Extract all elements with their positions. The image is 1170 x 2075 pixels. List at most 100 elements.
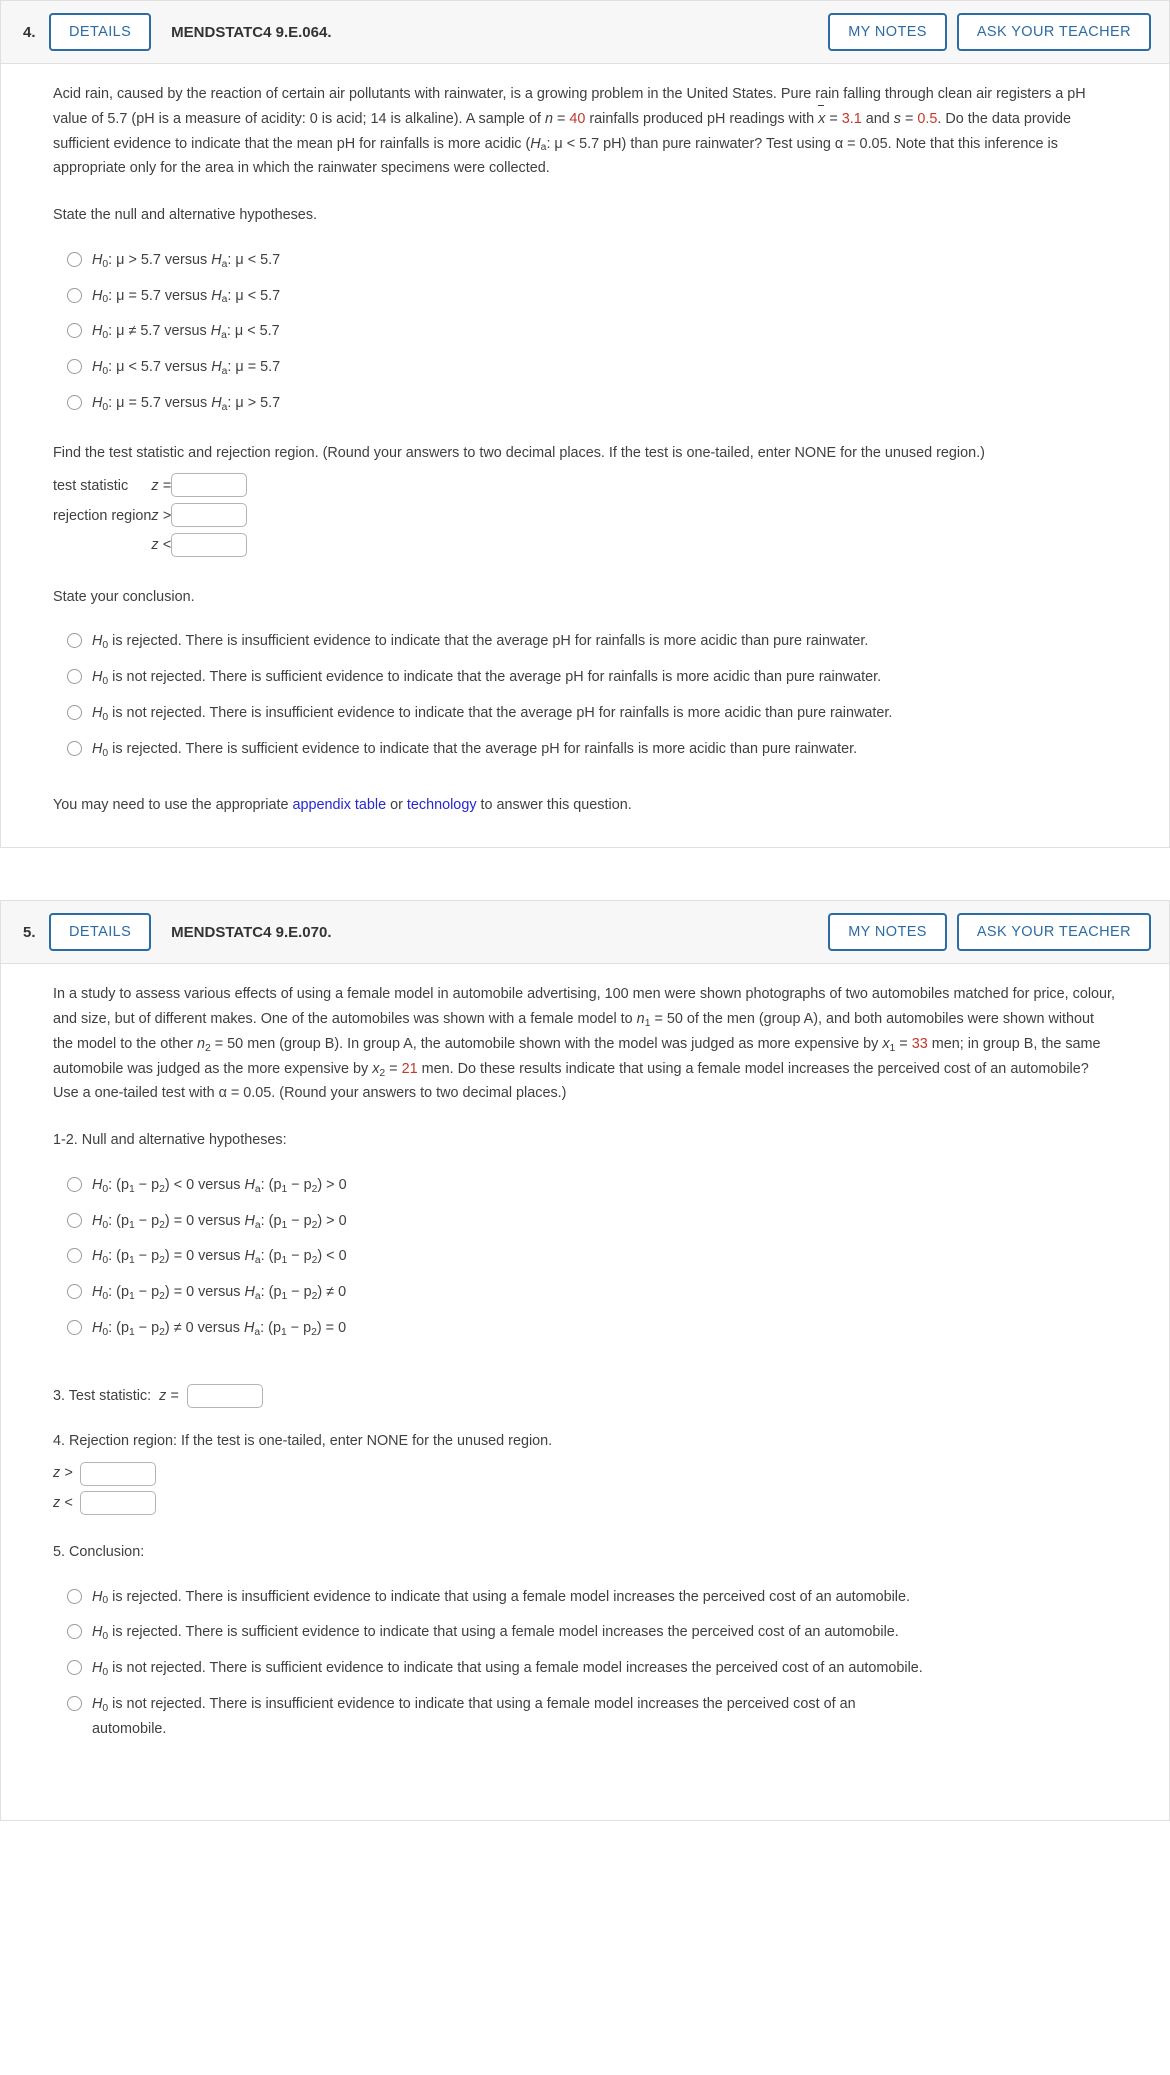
- rejection-gt-operator-5: z >: [53, 1465, 73, 1482]
- ha-end: ) > 0: [317, 1212, 347, 1229]
- ha-rest: : (p: [260, 1319, 281, 1336]
- radio-icon[interactable]: [67, 1588, 82, 1604]
- appendix-table-link[interactable]: appendix table: [292, 797, 386, 813]
- conclusion-option[interactable]: H0 is rejected. There is sufficient evid…: [67, 1614, 1143, 1650]
- stem-text-part3: and: [861, 110, 894, 127]
- test-statistic-input[interactable]: [171, 473, 248, 498]
- stem-s-symbol: s: [893, 110, 901, 127]
- radio-icon[interactable]: [67, 287, 82, 303]
- h0-rest: : μ ≠ 5.7 versus: [108, 323, 211, 340]
- rejection-region-less-input[interactable]: [171, 532, 248, 557]
- hypothesis-option[interactable]: H0: (p1 − p2) < 0 versus Ha: (p1 − p2) >…: [67, 1167, 1143, 1203]
- conclusion-option[interactable]: H0 is not rejected. There is sufficient …: [67, 659, 1143, 695]
- conclusion-option[interactable]: H0 is rejected. There is insufficient ev…: [67, 1579, 1143, 1615]
- radio-icon[interactable]: [67, 251, 82, 267]
- radio-icon[interactable]: [67, 1212, 82, 1228]
- conclusion-text: is not rejected. There is sufficient evi…: [108, 1660, 923, 1677]
- rejection-region-greater-input-5[interactable]: [79, 1461, 156, 1486]
- radio-icon[interactable]: [67, 669, 82, 685]
- rejection-region-label: rejection region: [53, 507, 152, 524]
- ha-end: ) > 0: [317, 1176, 347, 1193]
- stem-xbar-symbol: x: [818, 105, 825, 132]
- h0-sub: 0: [102, 330, 109, 342]
- conclusion-option[interactable]: H0 is not rejected. There is insufficien…: [67, 695, 1143, 731]
- question-stem-5: In a study to assess various effects of …: [53, 982, 1118, 1106]
- radio-icon[interactable]: [67, 1695, 82, 1711]
- radio-icon[interactable]: [67, 633, 82, 649]
- conclusion-option[interactable]: H0 is not rejected. There is insufficien…: [67, 1686, 1143, 1747]
- conclusion-option[interactable]: H0 is not rejected. There is sufficient …: [67, 1650, 1143, 1686]
- conclusion-option[interactable]: H0 is rejected. There is insufficient ev…: [67, 623, 1143, 659]
- radio-icon[interactable]: [67, 1284, 82, 1300]
- ask-your-teacher-button-4[interactable]: ASK YOUR TEACHER: [956, 13, 1151, 51]
- my-notes-button-5[interactable]: MY NOTES: [828, 913, 947, 952]
- h0-sub: 0: [102, 1219, 109, 1231]
- rejection-region-gt-row: rejection region z >: [53, 501, 248, 531]
- conclusion-option[interactable]: H0 is rejected. There is sufficient evid…: [67, 731, 1143, 767]
- ha-p2-sub: 2: [311, 1255, 318, 1267]
- ha-end: ) = 0: [316, 1319, 347, 1336]
- hypothesis-option[interactable]: H0: (p1 − p2) = 0 versus Ha: (p1 − p2) <…: [67, 1238, 1143, 1274]
- radio-icon[interactable]: [67, 1319, 82, 1335]
- hypothesis-option[interactable]: H0: (p1 − p2) = 0 versus Ha: (p1 − p2) ≠…: [67, 1274, 1143, 1310]
- ha-p2-sub: 2: [311, 1219, 318, 1231]
- radio-icon[interactable]: [67, 1624, 82, 1640]
- stem5-n2-sub: 2: [205, 1042, 211, 1054]
- footer-post: to answer this question.: [476, 796, 632, 813]
- radio-icon[interactable]: [67, 740, 82, 756]
- radio-icon[interactable]: [67, 323, 82, 339]
- details-button-4[interactable]: DETAILS: [49, 13, 152, 51]
- hypothesis-option[interactable]: H0: μ ≠ 5.7 versus Ha: μ < 5.7: [67, 313, 1143, 349]
- my-notes-button-4[interactable]: MY NOTES: [828, 13, 947, 51]
- header-actions-4: MY NOTES ASK YOUR TEACHER: [828, 13, 1151, 51]
- hypothesis-option[interactable]: H0: (p1 − p2) ≠ 0 versus Ha: (p1 − p2) =…: [67, 1310, 1143, 1346]
- hypothesis-option[interactable]: H0: μ > 5.7 versus Ha: μ < 5.7: [67, 242, 1143, 278]
- h0-end: ) = 0 versus: [164, 1248, 245, 1265]
- question-header-4: 4. DETAILS MENDSTATC4 9.E.064. MY NOTES …: [1, 1, 1169, 64]
- h-sub: 0: [102, 1631, 109, 1643]
- ha-symbol: H: [243, 1319, 255, 1336]
- question-separator: [0, 848, 1170, 900]
- header-actions-5: MY NOTES ASK YOUR TEACHER: [828, 913, 1151, 952]
- rejection-lt-operator-5: z <: [53, 1495, 73, 1512]
- ha-mid: − p: [287, 1176, 312, 1193]
- ha-symbol: H: [211, 394, 222, 411]
- answer-fields-4: test statistic z = rejection region z > …: [53, 471, 248, 560]
- h0-sub: 0: [102, 294, 109, 306]
- hypothesis-option[interactable]: H0: μ = 5.7 versus Ha: μ > 5.7: [67, 385, 1143, 421]
- question-body-5: In a study to assess various effects of …: [1, 964, 1169, 1820]
- stem5-x1-symbol: x: [882, 1035, 890, 1052]
- conclusion-options-4: H0 is rejected. There is insufficient ev…: [53, 623, 1143, 766]
- rejection-region-greater-input[interactable]: [171, 503, 248, 528]
- h0-sub: 0: [102, 258, 109, 270]
- question-title-5: MENDSTATC4 9.E.070.: [171, 923, 332, 941]
- test-statistic-input-5[interactable]: [186, 1384, 263, 1409]
- h0-rest: : (p: [108, 1212, 129, 1229]
- h0-symbol: H: [92, 394, 103, 411]
- h-symbol: H: [92, 669, 103, 686]
- hypothesis-option[interactable]: H0: μ < 5.7 versus Ha: μ = 5.7: [67, 349, 1143, 385]
- radio-icon[interactable]: [67, 1248, 82, 1264]
- hypothesis-option[interactable]: H0: μ = 5.7 versus Ha: μ < 5.7: [67, 278, 1143, 314]
- hypothesis-option[interactable]: H0: (p1 − p2) = 0 versus Ha: (p1 − p2) >…: [67, 1203, 1143, 1239]
- ha-mid: − p: [287, 1248, 312, 1265]
- radio-icon[interactable]: [67, 705, 82, 721]
- h0-rest: : μ = 5.7 versus: [108, 287, 212, 304]
- h0-symbol: H: [92, 1284, 103, 1301]
- details-button-5[interactable]: DETAILS: [49, 913, 152, 952]
- radio-icon[interactable]: [67, 394, 82, 410]
- ha-p1-sub: 1: [280, 1326, 287, 1338]
- technology-link[interactable]: technology: [407, 797, 477, 813]
- h-sub: 0: [102, 640, 109, 652]
- ha-symbol: H: [244, 1284, 255, 1301]
- radio-icon[interactable]: [67, 359, 82, 375]
- radio-icon[interactable]: [67, 1660, 82, 1676]
- radio-icon[interactable]: [67, 1176, 82, 1192]
- h-symbol: H: [92, 1695, 103, 1712]
- ha-rest: : μ < 5.7: [226, 323, 280, 340]
- h0-end: ) = 0 versus: [164, 1212, 245, 1229]
- h-sub: 0: [102, 1702, 109, 1714]
- rejection-region-less-input-5[interactable]: [79, 1491, 156, 1516]
- ask-your-teacher-button-5[interactable]: ASK YOUR TEACHER: [956, 913, 1151, 952]
- conclusion-text: is rejected. There is insufficient evide…: [108, 1588, 910, 1605]
